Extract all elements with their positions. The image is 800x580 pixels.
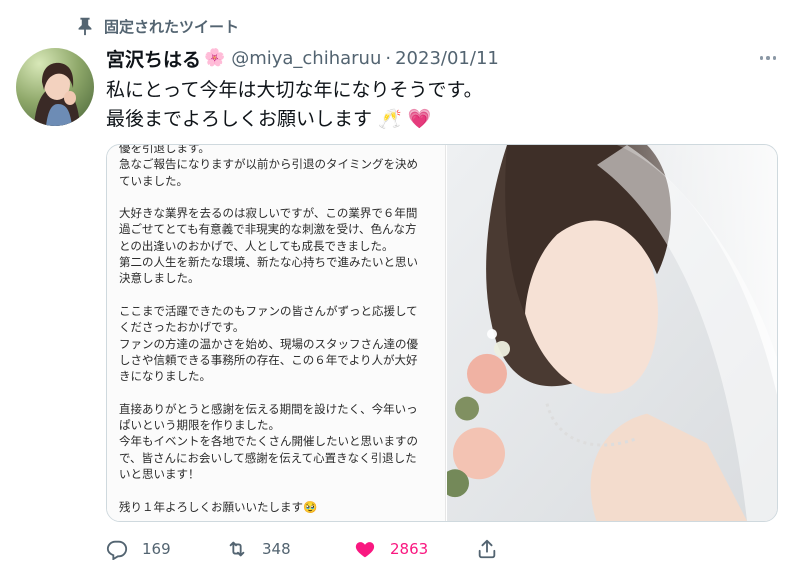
retweet-icon <box>226 538 248 560</box>
tweet-actions: 169 348 2863 <box>106 538 546 564</box>
media-document-image[interactable]: 優を引退します。 急なご報告になりますが以前から引退のタイミングを決め ていまし… <box>107 145 446 521</box>
pinned-indicator: 固定されたツイート <box>74 12 239 40</box>
doc-line: 直接ありがとうと感謝を伝える期間を設けたく、今年いっ <box>119 401 418 416</box>
pinned-label: 固定されたツイート <box>104 17 240 36</box>
share-button[interactable] <box>476 538 498 560</box>
pin-icon <box>74 15 96 37</box>
doc-line: 大好きな業界を去るのは寂しいですが、この業界で６年間 <box>119 206 418 221</box>
reply-count: 169 <box>142 540 171 558</box>
tweet-date[interactable]: 2023/01/11 <box>395 48 499 69</box>
share-icon <box>476 538 498 560</box>
display-name[interactable]: 宮沢ちはる <box>106 45 201 72</box>
doc-line <box>119 287 435 303</box>
doc-line: 決意しました。 <box>119 271 200 286</box>
reply-button[interactable]: 169 <box>106 538 171 560</box>
doc-line: ファンの方達の温かさを始め、現場のスタッフさん達の優 <box>119 336 418 351</box>
doc-line: 過ごせてとても有意義で非現実的な刺激を受け、色んな方 <box>119 222 417 237</box>
doc-line: ここまで活躍できたのもファンの皆さんがずっと応援して <box>119 303 418 318</box>
reply-icon <box>106 538 128 560</box>
doc-line: ていました。 <box>119 173 188 188</box>
doc-line: 残り１年よろしくお願いいたします🥹 <box>119 499 318 514</box>
user-handle[interactable]: @miya_chiharuu <box>231 48 381 69</box>
doc-line: いと思います！ <box>119 466 200 481</box>
like-button[interactable]: 2863 <box>354 538 428 560</box>
doc-line: 第二の人生を新たな環境、新たな心持ちで進みたいと思い <box>119 255 418 270</box>
tweet-media[interactable]: 優を引退します。 急なご報告になりますが以前から引退のタイミングを決め ていまし… <box>106 144 778 522</box>
tweet-line: 私にとって今年は大切な年になりそうです。 <box>106 79 483 101</box>
tweet-header: 宮沢ちはる 🌸 @miya_chiharuu · 2023/01/11 <box>106 44 499 72</box>
tweet-text: 私にとって今年は大切な年になりそうです。 最後までよろしくお願いします 🥂 💗 <box>106 76 483 134</box>
media-photo[interactable] <box>447 145 777 521</box>
heart-icon <box>354 538 376 560</box>
separator-dot: · <box>385 47 392 69</box>
doc-line <box>119 482 435 498</box>
doc-line: 優を引退します。 <box>119 145 210 155</box>
doc-line: ぱいという期限を作りました。 <box>119 418 280 433</box>
doc-line: 今年もイベントを各地でたくさん開催したいと思いますの <box>119 434 418 449</box>
doc-line: しさや信頼できる事務所の存在、この６年でより人が大好 <box>119 352 418 367</box>
retweet-button[interactable]: 348 <box>226 538 291 560</box>
name-emoji: 🌸 <box>204 48 226 68</box>
announcement-text: 優を引退します。 急なご報告になりますが以前から引退のタイミングを決め ていまし… <box>107 145 445 515</box>
doc-line: 急なご報告になりますが以前から引退のタイミングを決め <box>119 157 418 172</box>
avatar[interactable] <box>16 48 94 126</box>
doc-line: くださったおかげです。 <box>119 320 245 335</box>
more-options-icon[interactable] <box>756 48 780 68</box>
doc-line: との出逢いのおかげで、人としても成長できました。 <box>119 238 394 253</box>
doc-line <box>119 384 435 400</box>
doc-line <box>119 189 435 205</box>
doc-line: きになりました。 <box>119 369 211 384</box>
tweet-line: 最後までよろしくお願いします 🥂 💗 <box>106 108 432 130</box>
like-count: 2863 <box>390 540 429 558</box>
doc-line: で、皆さんにお会いして感謝を伝えて心置きなく引退した <box>119 450 417 465</box>
retweet-count: 348 <box>262 540 291 558</box>
